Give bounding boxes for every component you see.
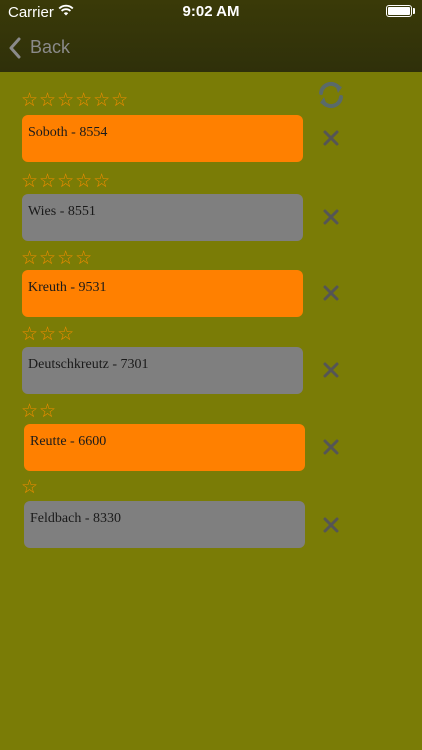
list-item[interactable]: Deutschkreutz - 7301 [22, 347, 303, 394]
back-label: Back [30, 37, 71, 57]
list-item[interactable]: Wies - 8551 [22, 194, 303, 241]
battery-tip [413, 8, 415, 14]
star-rating: ☆☆☆☆ [21, 248, 94, 269]
battery-icon [386, 5, 412, 17]
star-rating: ☆☆☆☆☆ [21, 171, 112, 192]
close-icon[interactable] [320, 514, 342, 536]
status-bar: Carrier 9:02 AM [0, 0, 422, 24]
list-item[interactable]: Feldbach - 8330 [24, 501, 305, 548]
close-icon[interactable] [320, 282, 342, 304]
navigation-bar: Carrier 9:02 AM Back [0, 0, 422, 72]
status-time: 9:02 AM [182, 3, 240, 20]
star-rating: ☆ [21, 477, 40, 498]
close-icon[interactable] [320, 436, 342, 458]
star-rating: ☆☆ [21, 401, 58, 422]
close-icon[interactable] [320, 127, 342, 149]
list-item[interactable]: Soboth - 8554 [22, 115, 303, 162]
refresh-icon[interactable] [316, 80, 346, 110]
list-item[interactable]: Kreuth - 9531 [22, 270, 303, 317]
star-rating: ☆☆☆☆☆☆ [21, 90, 130, 111]
close-icon[interactable] [320, 206, 342, 228]
list-item[interactable]: Reutte - 6600 [24, 424, 305, 471]
close-icon[interactable] [320, 359, 342, 381]
star-rating: ☆☆☆ [21, 324, 76, 345]
chevron-left-icon [9, 37, 21, 59]
